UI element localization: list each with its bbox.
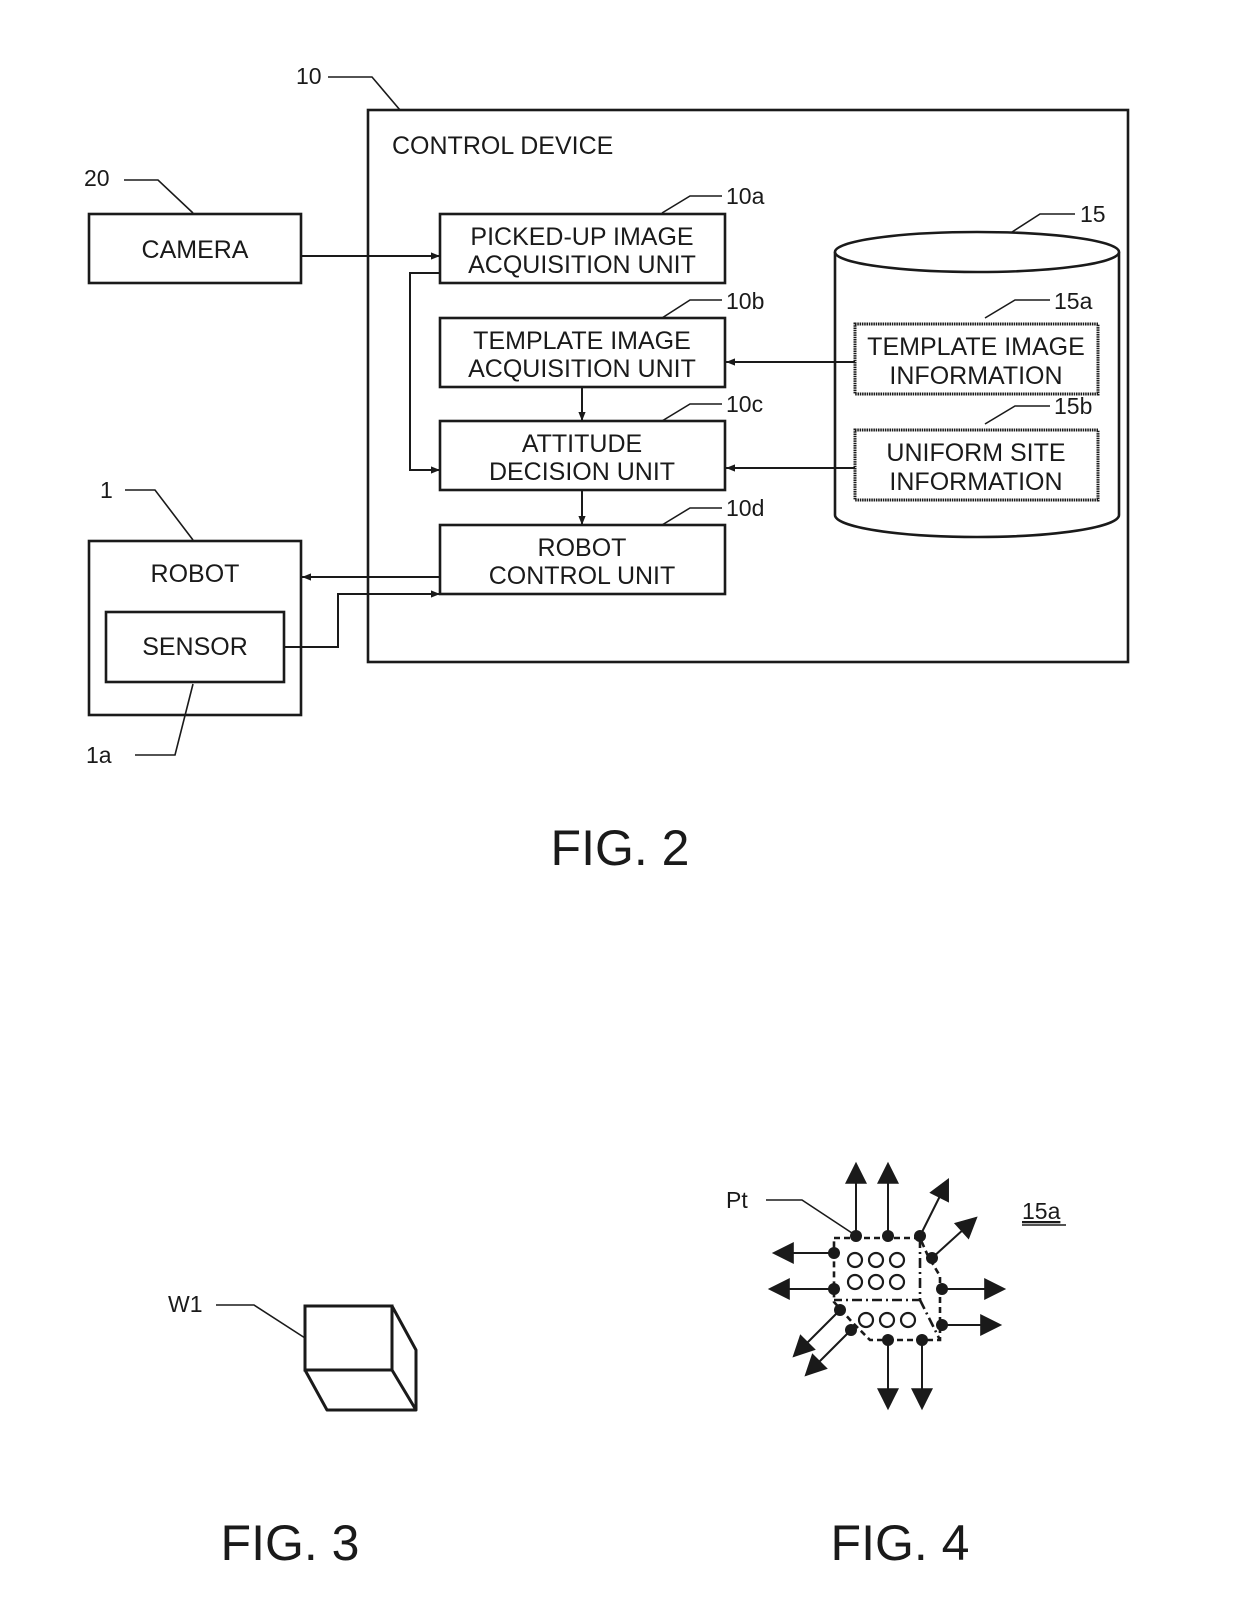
uniform-site-point — [888, 1251, 906, 1269]
edge-point — [882, 1230, 894, 1242]
camera: 20 CAMERA — [84, 165, 303, 285]
fig4: Pt 15a FIG. 4 — [726, 1161, 1066, 1571]
unit-ref: 10d — [726, 495, 764, 521]
inner-edge-contour — [918, 1299, 942, 1341]
edge-point — [914, 1230, 926, 1242]
edge-point — [845, 1324, 857, 1336]
inner-edge-contour — [834, 1238, 922, 1302]
edge-point — [882, 1334, 894, 1346]
template-shape — [767, 1161, 1007, 1411]
uniform-site-point — [867, 1251, 885, 1269]
uniform-site-point — [857, 1311, 875, 1329]
camera-ref: 20 — [84, 165, 110, 191]
uniform-site-points — [846, 1251, 917, 1329]
edge-point — [916, 1334, 928, 1346]
robot-ref: 1 — [100, 477, 113, 503]
edge-point — [850, 1230, 862, 1242]
camera-label: CAMERA — [142, 236, 249, 264]
uniform-site-point — [899, 1311, 917, 1329]
leader-line — [216, 1304, 306, 1339]
gradient-arrow — [919, 1178, 949, 1237]
unit-label-line1: ATTITUDE — [522, 430, 642, 458]
item-label-line1: UNIFORM SITE — [886, 439, 1065, 467]
uniform-site-point — [878, 1311, 896, 1329]
edge-point — [828, 1247, 840, 1259]
edge-point — [936, 1319, 948, 1331]
control-device-title: CONTROL DEVICE — [392, 132, 613, 160]
uniform-site-point — [846, 1273, 864, 1291]
unit-label-line2: CONTROL UNIT — [489, 562, 676, 590]
uniform-site-point — [846, 1251, 864, 1269]
unit-label-line2: ACQUISITION UNIT — [468, 251, 696, 279]
edge-point — [828, 1283, 840, 1295]
unit-ref: 10a — [726, 183, 765, 209]
sensor-label: SENSOR — [142, 633, 248, 661]
edge-points — [767, 1161, 1007, 1411]
unit-label-line1: TEMPLATE IMAGE — [473, 327, 691, 355]
storage-cylinder-top — [833, 230, 1121, 274]
item-ref: 15b — [1054, 393, 1092, 419]
edge-point — [926, 1252, 938, 1264]
workpiece-ref: W1 — [168, 1291, 203, 1317]
item-label-line2: INFORMATION — [889, 362, 1062, 390]
unit-label-line2: DECISION UNIT — [489, 458, 675, 486]
storage-ref: 15 — [1080, 201, 1106, 227]
workpiece-cube — [303, 1304, 418, 1412]
control-device-ref: 10 — [296, 63, 322, 89]
point-ref: Pt — [726, 1187, 748, 1213]
fig3-caption: FIG. 3 — [221, 1515, 360, 1571]
fig4-caption: FIG. 4 — [831, 1515, 970, 1571]
leader-line — [328, 76, 401, 111]
edge-point — [936, 1283, 948, 1295]
unit-ref: 10c — [726, 391, 763, 417]
leader-line — [766, 1199, 856, 1236]
fig3: W1 FIG. 3 — [168, 1291, 418, 1571]
item-label-line2: INFORMATION — [889, 468, 1062, 496]
unit-label-line2: ACQUISITION UNIT — [468, 355, 696, 383]
gradient-arrow — [931, 1216, 978, 1259]
edge-point — [834, 1304, 846, 1316]
template-info-ref: 15a — [1022, 1198, 1061, 1224]
uniform-site-point — [867, 1273, 885, 1291]
storage-15: 15 15a TEMPLATE IMAGE INFORMATION 15b UN… — [833, 201, 1121, 539]
uniform-site-point — [888, 1273, 906, 1291]
robot-label: ROBOT — [151, 560, 240, 588]
item-label-line1: TEMPLATE IMAGE — [867, 333, 1085, 361]
unit-ref: 10b — [726, 288, 764, 314]
fig2-caption: FIG. 2 — [551, 820, 690, 876]
item-ref: 15a — [1054, 288, 1093, 314]
leader-line — [124, 179, 194, 214]
unit-label-line1: ROBOT — [538, 534, 627, 562]
unit-label-line1: PICKED-UP IMAGE — [470, 223, 693, 251]
cube-outline — [303, 1304, 418, 1412]
robot: 1 ROBOT SENSOR 1a — [86, 477, 303, 768]
sensor-ref: 1a — [86, 742, 112, 768]
leader-line — [125, 489, 194, 541]
patent-drawing-sheet: 10 CONTROL DEVICE 20 CAMERA 10a PICKED-U… — [84, 63, 1130, 1571]
fig2: 10 CONTROL DEVICE 20 CAMERA 10a PICKED-U… — [84, 63, 1130, 876]
